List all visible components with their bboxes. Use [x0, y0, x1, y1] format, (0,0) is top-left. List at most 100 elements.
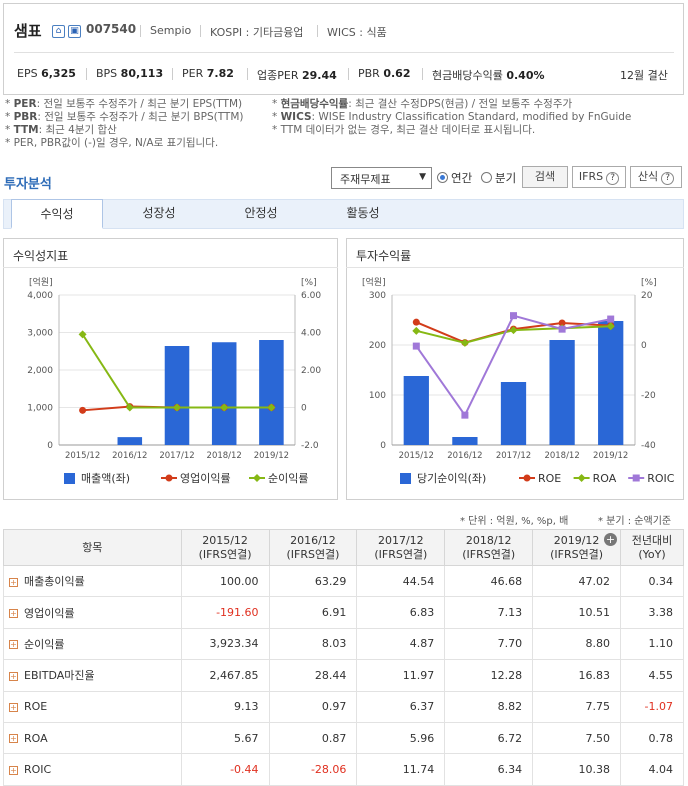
table-cell: -1.07 [620, 690, 684, 723]
chart-title: 수익성지표 [13, 249, 69, 263]
bar [211, 342, 237, 445]
dividend-yield-metric: 현금배당수익률 0.40% [432, 69, 545, 82]
table-cell: 6.34 [444, 753, 534, 786]
bar [164, 346, 190, 445]
table-cell: 4.87 [356, 627, 446, 661]
legend-label: 매출액(좌) [81, 472, 130, 485]
x-tick-label: 2016/12 [447, 451, 482, 461]
row-label-text: ROA [24, 731, 48, 745]
note-dividend: * 현금배당수익률: 최근 결산 수정DPS(현금) / 전일 보통주 수정주가 [272, 98, 573, 110]
point [412, 342, 420, 350]
bps-metric: BPS 80,113 [96, 67, 164, 80]
table-cell: 6.83 [356, 596, 446, 629]
legend-swatch [253, 474, 261, 482]
expand-icon[interactable]: + [9, 765, 18, 775]
expand-icon[interactable]: + [9, 734, 18, 744]
row-label[interactable]: + ROA [3, 721, 182, 755]
point [412, 326, 421, 335]
tab-profitability[interactable]: 수익성 [11, 199, 103, 229]
expand-icon[interactable]: + [9, 640, 18, 650]
radio-annual[interactable] [437, 172, 448, 183]
search-button[interactable]: 검색 [522, 166, 568, 188]
table-cell: 63.29 [268, 564, 358, 598]
right-tick-label: 0 [301, 404, 307, 414]
industry-per-metric: 업종PER 29.44 [257, 69, 337, 82]
table-cell: 7.70 [444, 627, 534, 661]
row-label-text: EBITDA마진율 [24, 669, 95, 683]
table-row: + 영업이익률 -191.60 6.91 6.83 7.13 10.51 3.38 [3, 596, 684, 629]
left-tick-label: 200 [369, 341, 386, 351]
statement-select[interactable]: 주재무제표 ▼ [331, 167, 432, 189]
table-cell: 8.80 [532, 627, 622, 661]
right-axis-unit: [%] [301, 278, 317, 288]
legend-swatch [632, 474, 640, 482]
separator [14, 52, 674, 53]
chart-title: 투자수익률 [356, 249, 412, 263]
table-cell: 1.10 [620, 627, 684, 661]
radio-quarter[interactable] [481, 172, 492, 183]
expand-icon[interactable]: + [9, 609, 18, 619]
left-tick-label: 2,000 [27, 366, 53, 376]
left-tick-label: 0 [47, 441, 53, 451]
per-metric: PER 7.82 [182, 67, 234, 80]
tab-growth[interactable]: 성장성 [113, 199, 205, 229]
divider [247, 68, 248, 80]
divider [86, 68, 87, 80]
right-tick-label: -40 [641, 441, 656, 451]
table-cell: 7.50 [532, 721, 622, 755]
row-label[interactable]: + 영업이익률 [3, 596, 182, 629]
x-tick-label: 2016/12 [112, 451, 147, 461]
row-label[interactable]: + 매출총이익률 [3, 564, 182, 598]
left-axis-unit: [억원] [362, 276, 386, 288]
settlement-month: 12월 결산 [620, 69, 668, 82]
table-cell: 10.51 [532, 596, 622, 629]
question-icon: ? [606, 172, 620, 185]
table-row: + EBITDA마진율 2,467.85 28.44 11.97 12.28 16.83 4.… [3, 659, 684, 692]
header-2018: 2018/12 (IFRS연결) [444, 529, 534, 566]
bar [117, 437, 143, 445]
table-cell: 46.68 [444, 564, 534, 598]
company-summary-box [3, 3, 684, 95]
tab-stability[interactable]: 안정성 [215, 199, 307, 229]
expand-icon[interactable]: + [9, 671, 18, 681]
formula-help-button[interactable]: 산식? [630, 166, 682, 188]
ifrs-help-button[interactable]: IFRS? [572, 166, 626, 188]
building-icon[interactable]: ▣ [68, 25, 81, 38]
table-header-row: 항목 2015/12 (IFRS연결) 2016/12 (IFRS연결) 201… [3, 529, 684, 566]
point [558, 325, 566, 333]
row-label[interactable]: + EBITDA마진율 [3, 659, 182, 692]
legend-label: 영업이익률 [180, 472, 231, 485]
left-tick-label: 300 [369, 291, 386, 301]
expand-icon[interactable]: + [9, 702, 18, 712]
left-tick-label: 3,000 [27, 329, 53, 339]
tab-activity[interactable]: 활동성 [317, 199, 409, 229]
row-label[interactable]: + ROIC [3, 753, 182, 786]
divider [348, 68, 349, 80]
point [460, 338, 469, 347]
legend-label: ROA [593, 472, 617, 485]
table-cell: 6.37 [356, 690, 446, 723]
table-cell: -0.44 [180, 753, 270, 786]
roi-chart: [억원] [%] 0 100 200 300 -40 -20 0 20 2015/12 2016/12… [362, 276, 675, 485]
expand-icon[interactable]: + [9, 577, 18, 587]
table-cell: 5.67 [180, 721, 270, 755]
add-column-icon[interactable]: + [604, 533, 618, 546]
table-cell: 16.83 [532, 659, 622, 692]
row-label-text: ROIC [24, 763, 52, 777]
table-cell: 7.75 [532, 690, 622, 723]
company-name: 샘표 [14, 22, 42, 40]
row-label[interactable]: + 순이익률 [3, 627, 182, 661]
note-ttm: * TTM: 최근 4분기 합산 [5, 124, 117, 136]
bar [403, 376, 429, 445]
header-2019: 2019/12 (IFRS연결) + [532, 529, 622, 566]
row-label[interactable]: + ROE [3, 690, 182, 723]
bar [259, 340, 284, 445]
table-cell: 10.38 [532, 753, 622, 786]
radio-quarter-label: 분기 [495, 171, 517, 185]
x-tick-label: 2015/12 [399, 451, 434, 461]
note-pbr: * PBR: 전일 보통주 수정주가 / 최근 분기 BPS(TTM) [5, 111, 244, 123]
radio-annual-label: 연간 [451, 171, 473, 185]
home-icon[interactable]: ⌂ [52, 25, 65, 38]
header-2016: 2016/12 (IFRS연결) [268, 529, 358, 566]
stock-code: 007540 [86, 22, 137, 36]
